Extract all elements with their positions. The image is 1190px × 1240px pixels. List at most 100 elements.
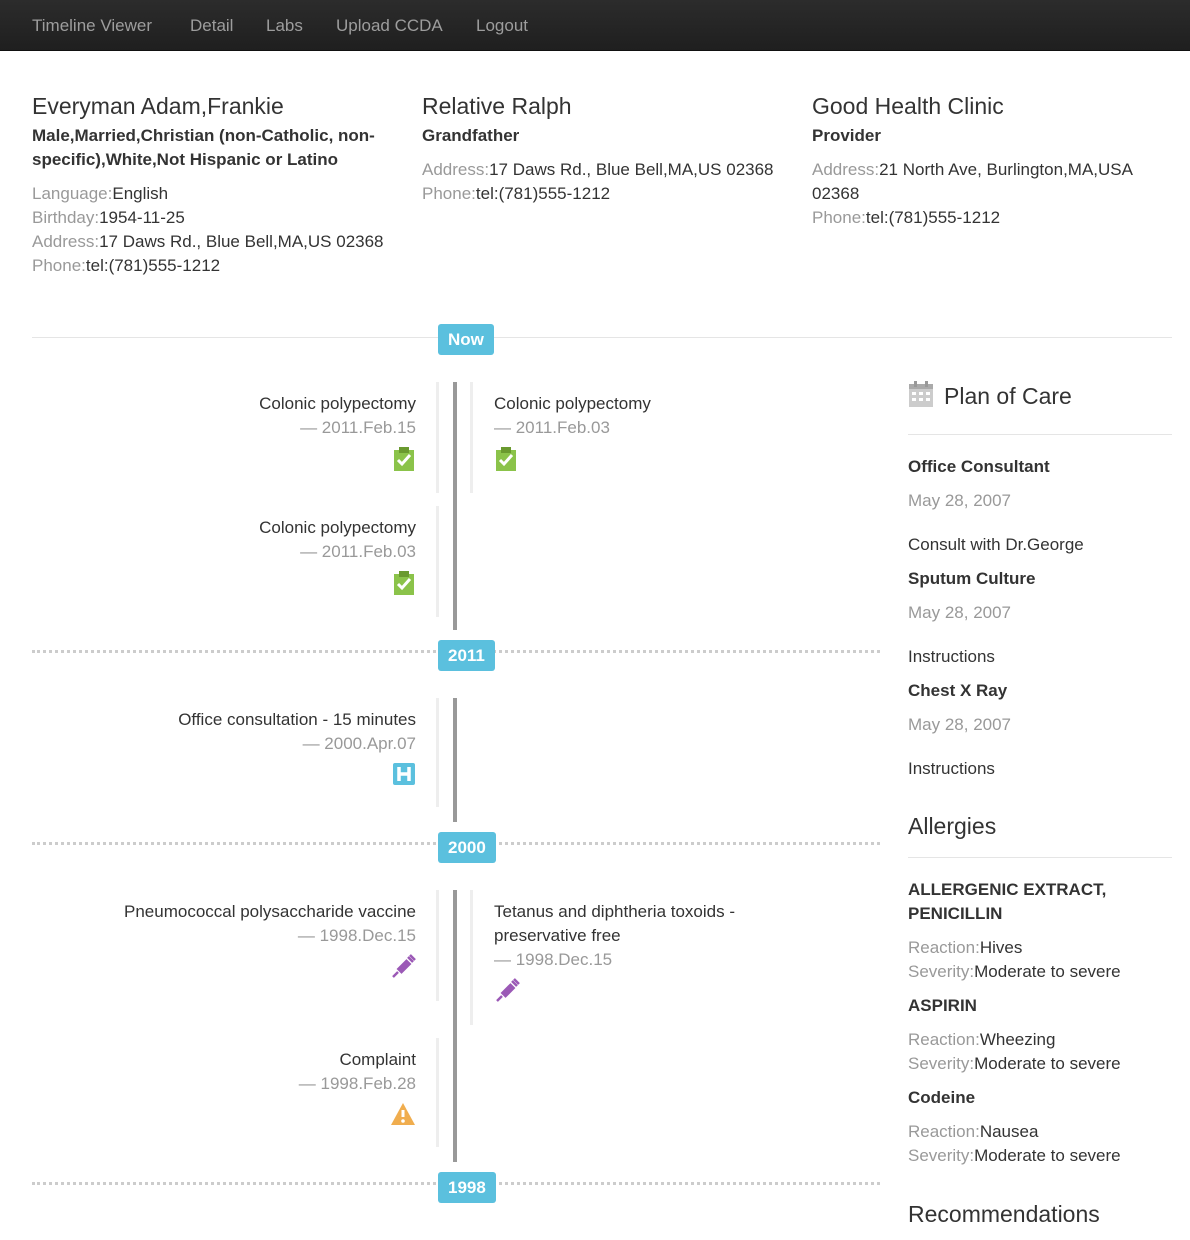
nav-detail[interactable]: Detail	[190, 16, 233, 36]
allergy-name: ALLERGENIC EXTRACT, PENICILLIN	[908, 880, 1107, 923]
plan-item-date: May 28, 2007	[908, 491, 1012, 510]
hospital-icon	[392, 762, 416, 793]
severity-value: Moderate to severe	[974, 1146, 1121, 1165]
allergy-severity: Severity:Moderate to severe	[908, 960, 1172, 984]
patient-demographics: Male,Married,Christian (non-Catholic, no…	[32, 126, 375, 169]
patient-name: Everyman Adam,Frankie	[32, 93, 284, 119]
nav-upload-ccda[interactable]: Upload CCDA	[336, 16, 443, 36]
timeline-event[interactable]: Office consultation - 15 minutes — 2000.…	[178, 698, 439, 807]
event-title: Colonic polypectomy	[259, 394, 416, 413]
event-title: Pneumococcal polysaccharide vaccine	[124, 902, 416, 921]
phone-value: tel:(781)555-1212	[85, 256, 221, 275]
timeline-event[interactable]: Tetanus and diphtheria toxoids - preserv…	[470, 890, 784, 1025]
patient-language: Language:English	[32, 182, 402, 206]
address-label: Address:	[812, 160, 880, 179]
relative-card: Relative Ralph Grandfather Address:17 Da…	[422, 90, 792, 206]
reaction-label: Reaction:	[908, 938, 980, 957]
nav-timeline-viewer[interactable]: Timeline Viewer	[32, 16, 152, 36]
plan-item-name: Office Consultant	[908, 457, 1050, 476]
clipboard-check-icon	[494, 446, 518, 479]
allergy-name: Codeine	[908, 1088, 976, 1107]
relative-address: Address:17 Daws Rd., Blue Bell,MA,US 023…	[422, 158, 792, 182]
timeline-track-2000	[453, 698, 457, 822]
provider-address: Address:21 North Ave, Burlington,MA,USA …	[812, 158, 1182, 206]
relative-name: Relative Ralph	[422, 93, 572, 119]
recommendations-panel: Recommendations	[908, 1198, 1172, 1230]
reaction-label: Reaction:	[908, 1030, 980, 1049]
event-title: Colonic polypectomy	[259, 518, 416, 537]
severity-label: Severity:	[908, 1054, 975, 1073]
patient-phone: Phone:tel:(781)555-1212	[32, 254, 402, 278]
warning-icon	[390, 1102, 416, 1133]
phone-value: tel:(781)555-1212	[475, 184, 611, 203]
timeline-event[interactable]: Pneumococcal polysaccharide vaccine — 19…	[124, 890, 439, 1001]
event-date: — 1998.Dec.15	[297, 926, 416, 945]
patient-card: Everyman Adam,Frankie Male,Married,Chris…	[32, 90, 402, 278]
badge-now: Now	[438, 324, 494, 355]
recommendations-title: Recommendations	[908, 1201, 1100, 1227]
provider-role: Provider	[812, 126, 881, 145]
event-date: — 2011.Feb.03	[494, 418, 610, 437]
provider-name: Good Health Clinic	[812, 93, 1004, 119]
plan-item-note: Instructions	[908, 759, 995, 778]
plan-item-note: Instructions	[908, 647, 995, 666]
reaction-value: Hives	[979, 938, 1023, 957]
address-value: 17 Daws Rd., Blue Bell,MA,US 02368	[489, 160, 774, 179]
event-date: — 2000.Apr.07	[302, 734, 416, 753]
phone-label: Phone:	[812, 208, 866, 227]
event-date: — 1998.Feb.28	[298, 1074, 416, 1093]
allergy-reaction: Reaction:Hives	[908, 936, 1172, 960]
allergy-severity: Severity:Moderate to severe	[908, 1052, 1172, 1076]
timeline-event[interactable]: Colonic polypectomy — 2011.Feb.03	[259, 506, 439, 617]
allergy-severity: Severity:Moderate to severe	[908, 1144, 1172, 1168]
allergies-title: Allergies	[908, 813, 997, 839]
reaction-value: Wheezing	[979, 1030, 1056, 1049]
provider-phone: Phone:tel:(781)555-1212	[812, 206, 1182, 230]
timeline-track-2011	[453, 382, 457, 630]
clipboard-check-icon	[392, 446, 416, 479]
timeline-event[interactable]: Colonic polypectomy — 2011.Feb.15	[259, 382, 439, 493]
provider-card: Good Health Clinic Provider Address:21 N…	[812, 90, 1182, 230]
plan-of-care-panel: Plan of Care Office Consultant May 28, 2…	[908, 378, 1172, 781]
event-title: Colonic polypectomy	[494, 394, 651, 413]
timeline-track-1998	[453, 890, 457, 1162]
relative-phone: Phone:tel:(781)555-1212	[422, 182, 792, 206]
header-divider	[32, 337, 1172, 338]
nav-labs[interactable]: Labs	[266, 16, 303, 36]
patient-birthday: Birthday:1954-11-25	[32, 206, 402, 230]
plan-item-date: May 28, 2007	[908, 715, 1012, 734]
relative-relation: Grandfather	[422, 126, 520, 145]
allergy-reaction: Reaction:Nausea	[908, 1120, 1172, 1144]
clipboard-check-icon	[392, 570, 416, 603]
calendar-icon	[908, 380, 934, 413]
allergies-divider	[908, 857, 1172, 858]
event-date: — 2011.Feb.03	[300, 542, 416, 561]
address-label: Address:	[422, 160, 490, 179]
birthday-value: 1954-11-25	[99, 208, 185, 227]
badge-1998: 1998	[438, 1172, 496, 1203]
nav-logout[interactable]: Logout	[476, 16, 528, 36]
plan-item-name: Chest X Ray	[908, 681, 1008, 700]
event-date: — 1998.Dec.15	[494, 950, 613, 969]
phone-value: tel:(781)555-1212	[865, 208, 1001, 227]
phone-label: Phone:	[32, 256, 86, 275]
address-value: 17 Daws Rd., Blue Bell,MA,US 02368	[99, 232, 384, 251]
plan-item-date: May 28, 2007	[908, 603, 1012, 622]
plan-item-note: Consult with Dr.George	[908, 535, 1084, 554]
language-value: English	[112, 184, 169, 203]
badge-2011: 2011	[438, 640, 495, 671]
allergy-name: ASPIRIN	[908, 996, 977, 1015]
event-title: Complaint	[339, 1050, 416, 1069]
timeline-event[interactable]: Complaint — 1998.Feb.28	[298, 1038, 440, 1147]
event-title: Tetanus and diphtheria toxoids - preserv…	[494, 902, 735, 945]
badge-2000: 2000	[438, 832, 496, 863]
top-navbar: Timeline Viewer Detail Labs Upload CCDA …	[0, 0, 1190, 51]
language-label: Language:	[32, 184, 113, 203]
syringe-icon	[390, 954, 416, 987]
phone-label: Phone:	[422, 184, 476, 203]
severity-value: Moderate to severe	[974, 962, 1121, 981]
event-date: — 2011.Feb.15	[300, 418, 416, 437]
plan-divider	[908, 434, 1172, 435]
timeline-event[interactable]: Colonic polypectomy — 2011.Feb.03	[470, 382, 651, 493]
address-label: Address:	[32, 232, 100, 251]
